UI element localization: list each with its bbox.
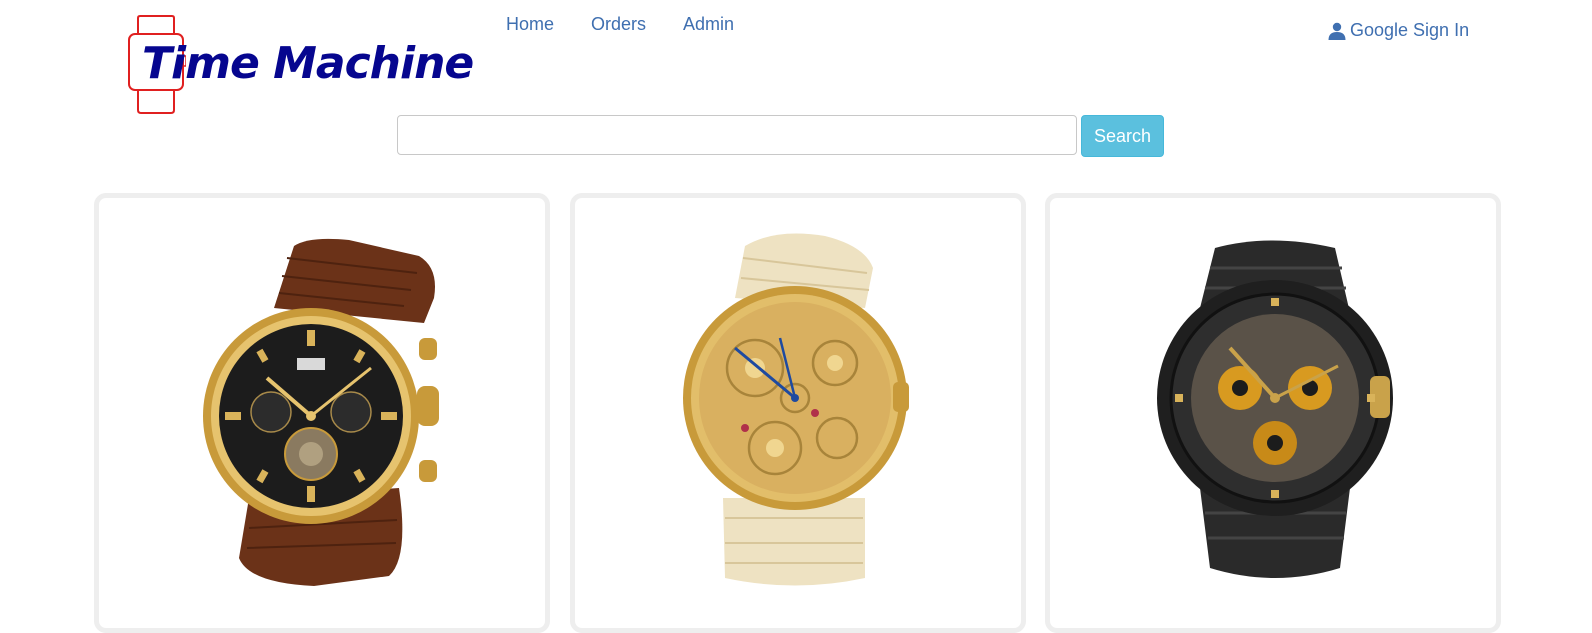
product-card[interactable] <box>94 193 550 633</box>
product-image <box>1157 240 1393 578</box>
nav-item-orders[interactable]: Orders <box>591 14 646 35</box>
product-card[interactable] <box>570 193 1026 633</box>
sign-in-label: Google Sign In <box>1350 20 1470 40</box>
brand-logo[interactable]: Time Machine <box>126 14 474 116</box>
nav-item-home[interactable]: Home <box>506 14 554 35</box>
google-sign-in-link[interactable]: Google Sign In <box>1328 20 1469 41</box>
nav-item-admin[interactable]: Admin <box>683 14 734 35</box>
product-card[interactable] <box>1045 193 1501 633</box>
search-button[interactable]: Search <box>1081 115 1164 157</box>
brand-name: Time Machine <box>142 38 474 89</box>
user-icon <box>1328 22 1346 40</box>
product-image <box>203 238 439 586</box>
main-nav: Home Orders Admin <box>506 14 771 35</box>
search-input[interactable] <box>397 115 1077 155</box>
product-image <box>683 233 909 586</box>
